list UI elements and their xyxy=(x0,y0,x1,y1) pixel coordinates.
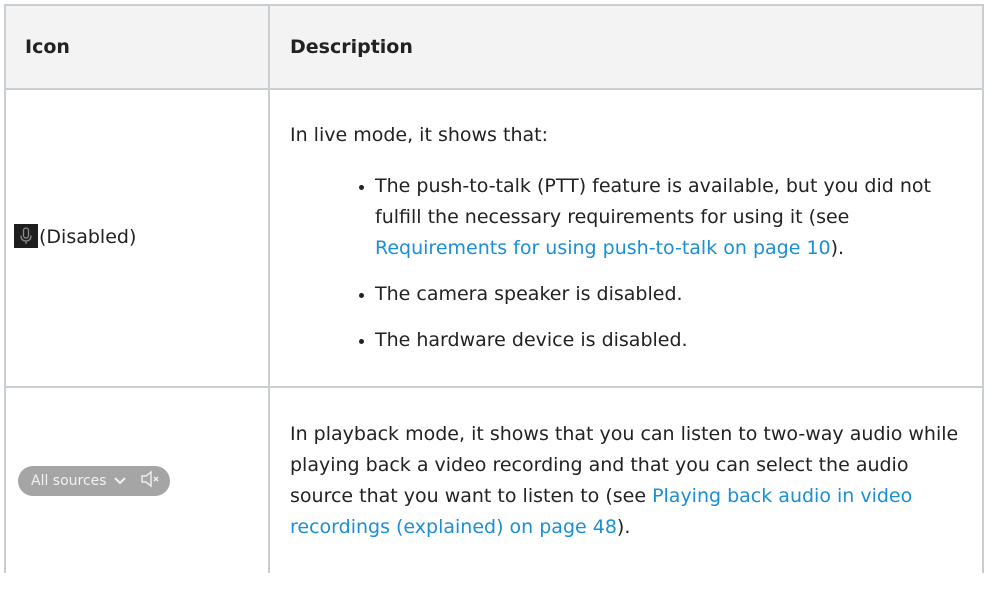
bullet-list: The push-to-talk (PTT) feature is availa… xyxy=(290,171,972,356)
description-cell: In playback mode, it shows that you can … xyxy=(268,386,984,573)
bullet-text: The camera speaker is disabled. xyxy=(375,283,683,305)
bullet-text: The push-to-talk (PTT) feature is availa… xyxy=(375,175,931,228)
bullet-text-after: ). xyxy=(830,237,845,259)
list-item: The push-to-talk (PTT) feature is availa… xyxy=(359,171,972,264)
bullet-dot xyxy=(359,293,364,298)
requirements-link[interactable]: Requirements for using push-to-talk on p… xyxy=(375,237,831,259)
header-description: Description xyxy=(268,4,984,90)
icon-cell: All sources xyxy=(4,386,270,573)
description-cell: In live mode, it shows that: The push-to… xyxy=(268,88,984,387)
icon-label-disabled: (Disabled) xyxy=(39,226,137,248)
audio-source-label: All sources xyxy=(31,472,107,489)
microphone-disabled-icon xyxy=(14,224,38,248)
list-item: The camera speaker is disabled. xyxy=(359,279,972,310)
playback-text-after: ). xyxy=(616,515,631,538)
bullet-text: The hardware device is disabled. xyxy=(375,329,688,351)
icon-description-table: Icon Description (Disabled) In live mode… xyxy=(4,4,984,573)
table-header-row: Icon Description xyxy=(4,4,984,90)
audio-source-selector: All sources xyxy=(18,465,170,496)
header-icon: Icon xyxy=(4,4,270,90)
speaker-muted-icon xyxy=(140,470,162,492)
live-mode-intro: In live mode, it shows that: xyxy=(290,124,548,146)
bullet-dot xyxy=(359,339,364,344)
mic-disabled-indicator: (Disabled) xyxy=(14,224,136,248)
bullet-dot xyxy=(359,185,364,190)
playback-description: In playback mode, it shows that you can … xyxy=(290,419,972,543)
list-item: The hardware device is disabled. xyxy=(359,325,972,356)
chevron-down-icon xyxy=(113,474,126,488)
table-row: (Disabled) In live mode, it shows that: … xyxy=(4,88,984,387)
table-row: All sources In playback mode, it shows t… xyxy=(4,386,984,573)
icon-cell: (Disabled) xyxy=(4,88,270,387)
